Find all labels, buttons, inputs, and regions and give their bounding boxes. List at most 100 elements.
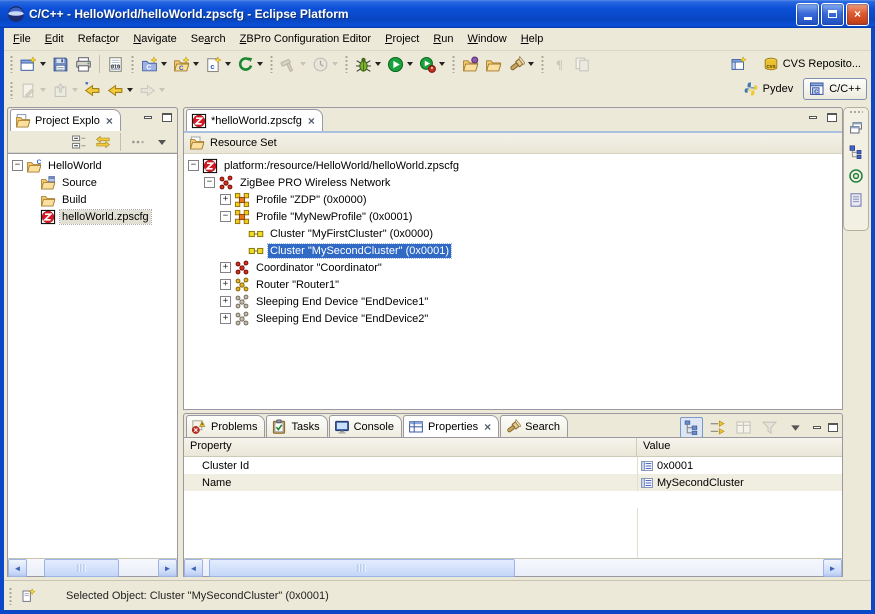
- column-header-value[interactable]: Value: [637, 438, 842, 456]
- debug-bug-button[interactable]: [352, 52, 384, 76]
- dropdown-arrow-icon[interactable]: [40, 62, 46, 66]
- open-type-folder-button[interactable]: [459, 52, 482, 76]
- scroll-left-icon[interactable]: ◄: [184, 559, 203, 577]
- dropdown-arrow-icon[interactable]: [225, 62, 231, 66]
- run-external-button[interactable]: [416, 52, 448, 76]
- view-menu-arrow-button[interactable]: [151, 130, 173, 154]
- tree-item-label[interactable]: Sleeping End Device "EndDevice1": [254, 295, 430, 309]
- menu-file[interactable]: File: [6, 30, 38, 48]
- open-resource-folder-button[interactable]: [482, 52, 505, 76]
- maximize-button[interactable]: [821, 3, 844, 26]
- tree-mode-button[interactable]: [680, 417, 703, 438]
- tree-item-label[interactable]: Source: [60, 176, 99, 190]
- menu-help[interactable]: Help: [514, 30, 551, 48]
- notes-view-button[interactable]: [847, 190, 865, 210]
- expand-toggle-icon[interactable]: +: [220, 296, 231, 307]
- restore-view-button[interactable]: [847, 118, 865, 138]
- back-arrow-button[interactable]: [104, 78, 136, 102]
- tree-item-label[interactable]: HelloWorld: [46, 159, 104, 173]
- binary-editor-button[interactable]: 010: [104, 52, 127, 76]
- drag-handle[interactable]: [849, 110, 863, 114]
- collapse-toggle-icon[interactable]: −: [220, 211, 231, 222]
- expand-toggle-icon[interactable]: +: [220, 262, 231, 273]
- tree-item-label[interactable]: ZigBee PRO Wireless Network: [238, 176, 392, 190]
- tree-item-label[interactable]: Router "Router1": [254, 278, 341, 292]
- perspective-c-c++[interactable]: CC/C++: [803, 78, 867, 100]
- properties-hscrollbar[interactable]: ◄ ►: [184, 558, 842, 576]
- target-view-button[interactable]: [847, 166, 865, 186]
- project-explorer-hscrollbar[interactable]: ◄ ►: [8, 558, 177, 576]
- perspective-cvs-reposito-[interactable]: CVSCVS Reposito...: [757, 53, 867, 75]
- tab-helloworld-zpscfg[interactable]: *helloWorld.zpscfg ×: [186, 109, 323, 131]
- menu-navigate[interactable]: Navigate: [126, 30, 183, 48]
- menu-run[interactable]: Run: [426, 30, 460, 48]
- close-icon[interactable]: ×: [484, 422, 491, 432]
- new-c-project-button[interactable]: C: [138, 52, 170, 76]
- tree-item-label[interactable]: Sleeping End Device "EndDevice2": [254, 312, 430, 326]
- dropdown-arrow-icon[interactable]: [528, 62, 534, 66]
- menu-search[interactable]: Search: [184, 30, 233, 48]
- property-row[interactable]: Cluster Id0x0001: [184, 457, 842, 474]
- minimize-editor-button[interactable]: [806, 112, 819, 123]
- tab-search[interactable]: Search: [500, 415, 568, 437]
- dropdown-arrow-icon[interactable]: [257, 62, 263, 66]
- new-c-folder-button[interactable]: C: [170, 52, 202, 76]
- sort-properties-button[interactable]: [706, 417, 729, 438]
- tab-tasks[interactable]: Tasks: [266, 415, 327, 437]
- menu-edit[interactable]: Edit: [38, 30, 71, 48]
- build-refresh-button[interactable]: [234, 52, 266, 76]
- expand-toggle-icon[interactable]: +: [220, 194, 231, 205]
- maximize-view-button[interactable]: [826, 422, 839, 433]
- menu-zbpro-configuration-editor[interactable]: ZBPro Configuration Editor: [233, 30, 378, 48]
- scroll-left-icon[interactable]: ◄: [8, 559, 27, 577]
- collapse-all-button[interactable]: [68, 130, 90, 154]
- tree-item-label[interactable]: Cluster "MySecondCluster" (0x0001): [268, 244, 451, 258]
- dropdown-arrow-icon[interactable]: [161, 62, 167, 66]
- menu-refactor[interactable]: Refactor: [71, 30, 127, 48]
- tree-item-label[interactable]: Profile "MyNewProfile" (0x0001): [254, 210, 414, 224]
- tab-problems[interactable]: Problems: [186, 415, 265, 437]
- run-play-button[interactable]: [384, 52, 416, 76]
- column-header-property[interactable]: Property: [184, 438, 637, 456]
- close-button[interactable]: ×: [846, 3, 869, 26]
- perspective-open-perspective[interactable]: [725, 53, 753, 75]
- close-icon[interactable]: ×: [106, 116, 113, 126]
- minimize-view-button[interactable]: [141, 112, 154, 123]
- scroll-right-icon[interactable]: ►: [158, 559, 177, 577]
- collapse-toggle-icon[interactable]: −: [204, 177, 215, 188]
- scroll-thumb[interactable]: [44, 559, 119, 577]
- new-wizard-button[interactable]: [17, 52, 49, 76]
- tab-properties[interactable]: Properties×: [403, 415, 499, 437]
- link-with-editor-button[interactable]: [92, 130, 114, 154]
- dropdown-arrow-icon[interactable]: [407, 62, 413, 66]
- dropdown-arrow-icon[interactable]: [375, 62, 381, 66]
- expand-toggle-icon[interactable]: +: [220, 313, 231, 324]
- minimize-button[interactable]: [796, 3, 819, 26]
- tab-project-explorer[interactable]: Project Explo ×: [10, 109, 121, 131]
- perspective-pydev[interactable]: Pydev: [737, 78, 800, 100]
- tab-console[interactable]: Console: [329, 415, 402, 437]
- tree-item-label[interactable]: Profile "ZDP" (0x0000): [254, 193, 369, 207]
- outline-view-button[interactable]: [847, 142, 865, 162]
- tree-item-label[interactable]: Cluster "MyFirstCluster" (0x0000): [268, 227, 435, 241]
- tree-item-label[interactable]: helloWorld.zpscfg: [60, 210, 151, 224]
- property-row[interactable]: NameMySecondCluster: [184, 474, 842, 491]
- dropdown-arrow-icon[interactable]: [127, 88, 133, 92]
- dropdown-arrow-icon[interactable]: [193, 62, 199, 66]
- scroll-right-icon[interactable]: ►: [823, 559, 842, 577]
- close-icon[interactable]: ×: [308, 116, 315, 126]
- tree-item-label[interactable]: Coordinator "Coordinator": [254, 261, 384, 275]
- print-button[interactable]: [72, 52, 95, 76]
- menu-project[interactable]: Project: [378, 30, 426, 48]
- tree-item-label[interactable]: platform:/resource/HelloWorld/helloWorld…: [222, 159, 461, 173]
- drag-handle[interactable]: [8, 587, 14, 605]
- scroll-thumb[interactable]: [209, 559, 515, 577]
- maximize-view-button[interactable]: [160, 112, 173, 123]
- minimize-view-button[interactable]: [810, 422, 823, 433]
- maximize-editor-button[interactable]: [825, 112, 838, 123]
- tree-item-label[interactable]: Build: [60, 193, 88, 207]
- save-button[interactable]: [49, 52, 72, 76]
- search-flashlight-button[interactable]: [505, 52, 537, 76]
- last-edit-location-button[interactable]: *: [81, 78, 104, 102]
- collapse-toggle-icon[interactable]: −: [188, 160, 199, 171]
